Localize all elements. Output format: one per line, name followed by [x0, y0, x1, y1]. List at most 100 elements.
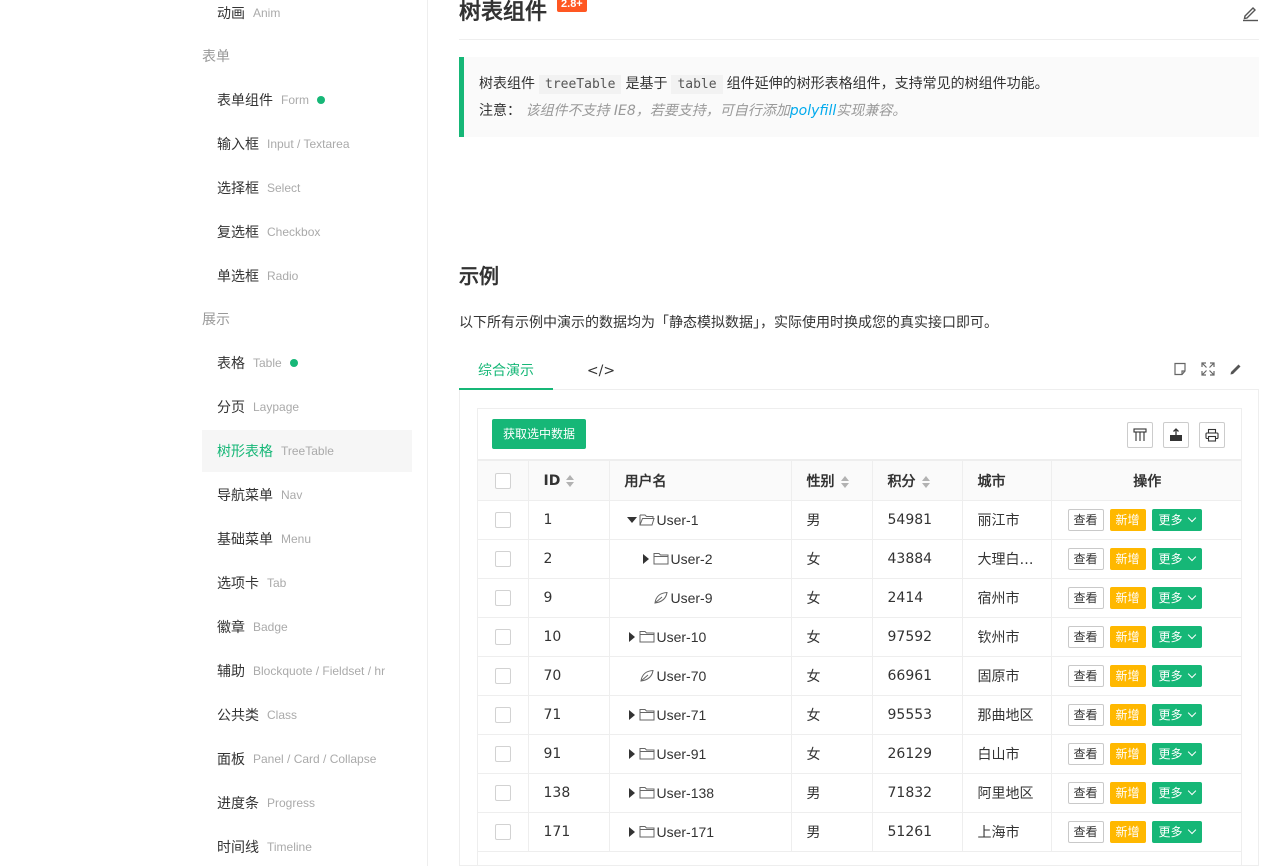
- row-checkbox[interactable]: [494, 551, 511, 567]
- sidebar-item-timeline[interactable]: 时间线 Timeline: [202, 826, 412, 866]
- table-row[interactable]: 71 User-71 女 95553 那曲地区 查看 新增 更多: [478, 695, 1241, 735]
- more-button[interactable]: 更多: [1151, 548, 1202, 570]
- table-row[interactable]: 1 User-1 男 54981 丽江市 查看 新增 更多: [478, 500, 1241, 540]
- expand-arrow-icon[interactable]: [625, 786, 639, 800]
- note-icon[interactable]: [1173, 362, 1187, 376]
- table-row[interactable]: 91 User-91 女 26129 白山市 查看 新增 更多: [478, 734, 1241, 774]
- sort-icon[interactable]: [840, 475, 850, 488]
- table-row[interactable]: 10 User-10 女 97592 钦州市 查看 新增 更多: [478, 617, 1241, 657]
- add-button[interactable]: 新增: [1109, 665, 1146, 687]
- add-button[interactable]: 新增: [1109, 587, 1146, 609]
- more-button[interactable]: 更多: [1151, 821, 1202, 843]
- tree-node[interactable]: User-1: [625, 512, 776, 528]
- more-button[interactable]: 更多: [1151, 782, 1202, 804]
- sidebar-item-blockquote-fieldset-hr[interactable]: 辅助 Blockquote / Fieldset / hr: [202, 650, 412, 692]
- row-checkbox[interactable]: [494, 785, 511, 801]
- edit-icon[interactable]: [1229, 362, 1243, 376]
- sidebar-item-select[interactable]: 选择框 Select: [202, 167, 412, 209]
- row-checkbox[interactable]: [494, 590, 511, 606]
- view-button[interactable]: 查看: [1067, 587, 1104, 609]
- select-all-checkbox[interactable]: [494, 472, 511, 489]
- sidebar-item-table[interactable]: 表格 Table: [202, 342, 412, 384]
- sidebar-item-checkbox[interactable]: 复选框 Checkbox: [202, 211, 412, 253]
- more-button[interactable]: 更多: [1151, 626, 1202, 648]
- tab-code[interactable]: </>: [577, 352, 625, 390]
- expand-arrow-icon[interactable]: [625, 708, 639, 722]
- column-header-id[interactable]: ID: [527, 460, 610, 501]
- edit-icon[interactable]: [1241, 4, 1259, 22]
- table-row[interactable]: 70 User-70 女 66961 固原市 查看 新增 更多: [478, 656, 1241, 696]
- row-checkbox[interactable]: [494, 512, 511, 528]
- export-icon[interactable]: [1163, 422, 1189, 448]
- view-button[interactable]: 查看: [1067, 743, 1104, 765]
- view-button[interactable]: 查看: [1067, 782, 1104, 804]
- sort-icon[interactable]: [921, 475, 931, 488]
- table-row[interactable]: 171 User-171 男 51261 上海市 查看 新增 更多: [478, 812, 1241, 852]
- get-selected-button[interactable]: 获取选中数据: [492, 419, 587, 449]
- view-button[interactable]: 查看: [1067, 665, 1104, 687]
- select-cell: [478, 539, 529, 579]
- more-button[interactable]: 更多: [1151, 665, 1202, 687]
- sidebar-item-nav[interactable]: 导航菜单 Nav: [202, 474, 412, 516]
- sort-icon[interactable]: [566, 474, 575, 487]
- row-checkbox[interactable]: [494, 707, 511, 723]
- row-checkbox[interactable]: [494, 629, 511, 645]
- print-icon[interactable]: [1199, 422, 1225, 448]
- sidebar-item-class[interactable]: 公共类 Class: [202, 694, 412, 736]
- column-header-sex[interactable]: 性别: [790, 460, 873, 501]
- more-button[interactable]: 更多: [1151, 743, 1202, 765]
- view-button[interactable]: 查看: [1067, 821, 1104, 843]
- tree-node[interactable]: User-71: [625, 707, 776, 723]
- sidebar-item-tab[interactable]: 选项卡 Tab: [202, 562, 412, 604]
- sidebar-item-form[interactable]: 表单组件 Form: [202, 79, 412, 121]
- sidebar-item-input-textarea[interactable]: 输入框 Input / Textarea: [202, 123, 412, 165]
- add-button[interactable]: 新增: [1109, 626, 1146, 648]
- sidebar-item-laypage[interactable]: 分页 Laypage: [202, 386, 412, 428]
- actions-cell: 查看 新增 更多: [1050, 578, 1241, 618]
- sidebar-item-treetable[interactable]: 树形表格 TreeTable: [202, 430, 412, 472]
- more-button[interactable]: 更多: [1151, 587, 1202, 609]
- table-row[interactable]: 9 User-9 女 2414 宿州市 查看 新增 更多: [478, 578, 1241, 618]
- table-row[interactable]: 2 User-2 女 43884 大理白族… 查看 新增 更多: [478, 539, 1241, 579]
- add-button[interactable]: 新增: [1109, 509, 1146, 531]
- expand-arrow-icon[interactable]: [625, 825, 639, 839]
- sidebar-item-anim[interactable]: 动画 Anim: [202, 0, 412, 34]
- add-button[interactable]: 新增: [1109, 743, 1146, 765]
- view-button[interactable]: 查看: [1067, 704, 1104, 726]
- sidebar-item-radio[interactable]: 单选框 Radio: [202, 255, 412, 297]
- row-checkbox[interactable]: [494, 824, 511, 840]
- fullscreen-icon[interactable]: [1201, 362, 1215, 376]
- sidebar-item-badge[interactable]: 徽章 Badge: [202, 606, 412, 648]
- tree-node[interactable]: User-2: [625, 551, 776, 567]
- view-button[interactable]: 查看: [1067, 548, 1104, 570]
- tree-node[interactable]: User-9: [625, 590, 776, 606]
- sidebar-item-panel-card-collapse[interactable]: 面板 Panel / Card / Collapse: [202, 738, 412, 780]
- polyfill-link[interactable]: polyfill: [790, 103, 836, 119]
- tab-demo[interactable]: 综合演示: [459, 352, 553, 390]
- sidebar-item-sublabel: Menu: [281, 532, 312, 546]
- expand-arrow-icon[interactable]: [639, 552, 653, 566]
- tree-node[interactable]: User-70: [625, 668, 776, 684]
- table-row[interactable]: 138 User-138 男 71832 阿里地区 查看 新增 更多: [478, 773, 1241, 813]
- sidebar-item-menu[interactable]: 基础菜单 Menu: [202, 518, 412, 560]
- column-header-score[interactable]: 积分: [871, 460, 963, 501]
- tree-node[interactable]: User-171: [625, 824, 776, 840]
- sidebar-item-progress[interactable]: 进度条 Progress: [202, 782, 412, 824]
- expand-arrow-icon[interactable]: [625, 630, 639, 644]
- more-button[interactable]: 更多: [1151, 704, 1202, 726]
- tree-node[interactable]: User-91: [625, 746, 776, 762]
- more-button[interactable]: 更多: [1151, 509, 1202, 531]
- view-button[interactable]: 查看: [1067, 509, 1104, 531]
- expand-arrow-icon[interactable]: [625, 747, 639, 761]
- row-checkbox[interactable]: [494, 668, 511, 684]
- add-button[interactable]: 新增: [1109, 821, 1146, 843]
- tree-node[interactable]: User-138: [625, 785, 776, 801]
- add-button[interactable]: 新增: [1109, 704, 1146, 726]
- add-button[interactable]: 新增: [1109, 548, 1146, 570]
- view-button[interactable]: 查看: [1067, 626, 1104, 648]
- collapse-arrow-icon[interactable]: [625, 513, 639, 527]
- add-button[interactable]: 新增: [1109, 782, 1146, 804]
- tree-node[interactable]: User-10: [625, 629, 776, 645]
- row-checkbox[interactable]: [494, 746, 511, 762]
- columns-icon[interactable]: [1127, 422, 1153, 448]
